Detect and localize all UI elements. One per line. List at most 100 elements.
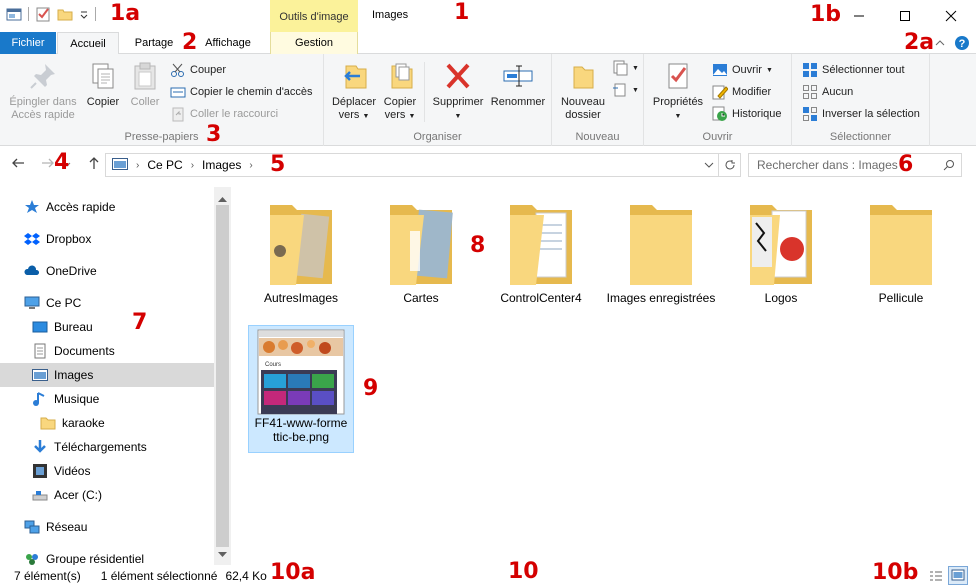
sidebar-item-documents[interactable]: Documents [32, 339, 115, 363]
sidebar-item-homegroup[interactable]: Groupe résidentiel [24, 547, 144, 567]
new-folder-icon[interactable] [57, 6, 73, 22]
delete-button[interactable]: Supprimer ▼ [428, 60, 488, 123]
item-label-line1: FF41-www-forme [254, 416, 348, 430]
address-dropdown-icon[interactable] [704, 159, 714, 173]
folder-item[interactable]: Images enregistrées [606, 201, 716, 305]
new-folder-button[interactable]: Nouveau dossier [556, 60, 610, 122]
sidebar-item-this-pc[interactable]: Ce PC [24, 291, 81, 315]
breadcrumb-separator-icon: › [136, 159, 140, 171]
sidebar-item-desktop[interactable]: Bureau [32, 315, 93, 339]
music-note-icon [32, 391, 48, 407]
copy-icon [87, 60, 119, 92]
ribbon-tabs: Fichier Accueil Partage Affichage Gestio… [0, 32, 976, 55]
folder-item[interactable]: ControlCenter4 [486, 201, 596, 305]
large-icons-view-icon[interactable] [948, 566, 968, 585]
sidebar-item-karaoke[interactable]: karaoke [40, 411, 105, 435]
rename-button[interactable]: Renommer [488, 60, 548, 109]
navigation-scrollbar[interactable] [214, 187, 231, 567]
tab-share[interactable]: Partage [128, 32, 180, 54]
maximize-button[interactable] [882, 0, 928, 32]
tab-view[interactable]: Affichage [198, 32, 258, 54]
sidebar-item-images[interactable]: Images [0, 363, 214, 387]
scroll-thumb[interactable] [216, 205, 229, 547]
file-item[interactable]: Cours FF41-www-forme ttic-be.png [248, 325, 354, 453]
breadcrumb-images[interactable]: Images [202, 158, 241, 172]
sidebar-item-quick-access[interactable]: Accès rapide [24, 195, 115, 219]
properties-icon[interactable] [35, 6, 51, 22]
maximize-icon [900, 11, 910, 21]
tab-file[interactable]: Fichier [0, 32, 56, 54]
close-button[interactable] [928, 0, 974, 32]
folder-item[interactable]: Pellicule [846, 201, 956, 305]
up-arrow-icon [89, 157, 99, 169]
copy-button[interactable]: Copier [84, 60, 122, 109]
pin-quick-access-button[interactable]: Épingler dans Accès rapide [6, 60, 80, 122]
new-item-icon [612, 60, 628, 76]
help-icon[interactable]: ? [954, 35, 970, 54]
details-view-icon[interactable] [928, 568, 944, 587]
minimize-button[interactable] [836, 0, 882, 32]
quick-access-toolbar [6, 6, 96, 22]
annotation-label: 10a [270, 560, 316, 585]
move-to-button[interactable]: Déplacer vers ▼ [328, 60, 380, 123]
edit-button[interactable]: Modifier [712, 84, 771, 100]
paste-shortcut-button[interactable]: Coller le raccourci [170, 106, 278, 122]
sidebar-item-dropbox[interactable]: Dropbox [24, 227, 91, 251]
invert-selection-button[interactable]: Inverser la sélection [802, 106, 920, 122]
invert-selection-icon [802, 106, 818, 122]
paste-shortcut-label: Coller le raccourci [190, 108, 279, 120]
folder-item[interactable]: Logos [726, 201, 836, 305]
new-group-label: Nouveau [575, 131, 620, 143]
breadcrumb-separator-icon: › [190, 159, 195, 171]
up-button[interactable] [84, 155, 104, 175]
sidebar-item-drive-c[interactable]: Acer (C:) [32, 483, 102, 507]
paste-label: Coller [130, 96, 160, 108]
dropdown-arrow-icon: ▼ [632, 86, 639, 94]
edit-label: Modifier [732, 86, 772, 98]
select-none-icon [802, 84, 818, 100]
back-button[interactable] [8, 155, 28, 175]
explorer-window-icon[interactable] [6, 6, 22, 22]
scroll-up-icon[interactable] [218, 191, 227, 205]
search-icon[interactable] [943, 159, 955, 174]
search-placeholder: Rechercher dans : Images [757, 158, 898, 172]
select-all-button[interactable]: Sélectionner tout [802, 62, 905, 78]
edit-pencil-icon [712, 84, 729, 100]
select-all-label: Sélectionner tout [822, 64, 905, 76]
open-group: Propriétés ▼ Ouvrir ▼ Modifier Historiqu… [644, 54, 792, 146]
scroll-down-icon[interactable] [218, 547, 227, 561]
cut-button[interactable]: Couper [170, 62, 226, 78]
sidebar-item-onedrive[interactable]: OneDrive [24, 259, 97, 283]
select-none-button[interactable]: Aucun [802, 84, 853, 100]
easy-access-button[interactable]: ▼ [612, 82, 639, 98]
delete-label: Supprimer [432, 96, 484, 108]
sidebar-item-music[interactable]: Musique [32, 387, 99, 411]
open-button[interactable]: Ouvrir ▼ [712, 62, 773, 78]
search-input[interactable]: Rechercher dans : Images [748, 153, 962, 177]
tab-home[interactable]: Accueil [57, 32, 119, 55]
breadcrumb-this-pc[interactable]: Ce PC [147, 158, 182, 172]
sidebar-item-videos[interactable]: Vidéos [32, 459, 90, 483]
folder-item[interactable]: Cartes [366, 201, 476, 305]
clipboard-group: Épingler dans Accès rapide Copier Coller… [0, 54, 324, 146]
sidebar-item-network[interactable]: Réseau [24, 515, 87, 539]
sidebar-item-downloads[interactable]: Téléchargements [32, 435, 147, 459]
folder-icon [846, 201, 956, 291]
paste-button[interactable]: Coller [126, 60, 164, 109]
history-button[interactable]: Historique [712, 106, 782, 122]
annotation-label: 2a [904, 30, 935, 55]
folder-item[interactable]: AutresImages [246, 201, 356, 305]
properties-button[interactable]: Propriétés ▼ [648, 60, 708, 123]
new-item-button[interactable]: ▼ [612, 60, 639, 76]
copy-label: Copier [86, 96, 120, 108]
refresh-icon[interactable] [718, 154, 740, 176]
qat-dropdown-icon[interactable] [79, 6, 89, 22]
selection-info: 1 élément sélectionné [100, 569, 218, 583]
address-bar[interactable]: › Ce PC › Images › [105, 153, 741, 177]
annotation-label: 7 [132, 310, 148, 335]
tab-manage[interactable]: Gestion [270, 32, 358, 54]
copy-path-button[interactable]: Copier le chemin d'accès [170, 84, 313, 100]
collapse-ribbon-icon[interactable] [934, 37, 946, 52]
open-image-icon [712, 62, 728, 78]
copy-to-button[interactable]: Copier vers ▼ [378, 60, 422, 123]
